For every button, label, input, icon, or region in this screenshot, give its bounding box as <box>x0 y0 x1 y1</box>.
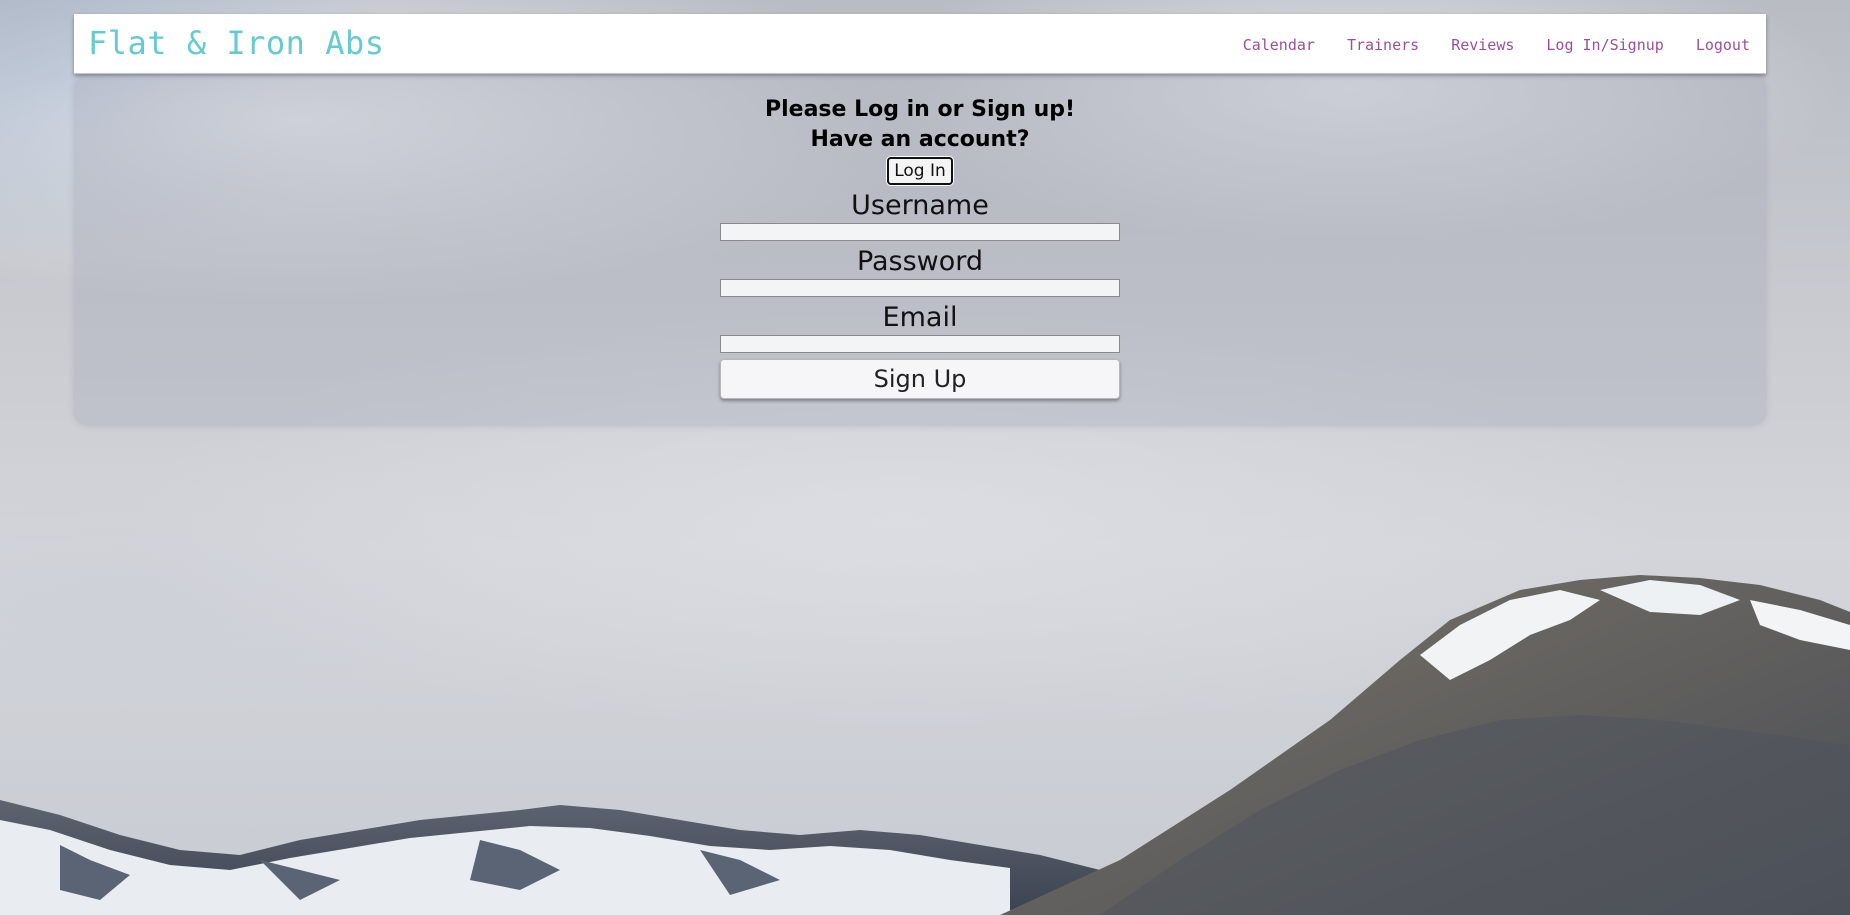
username-input[interactable] <box>720 223 1120 241</box>
signup-form: Please Log in or Sign up! Have an accoun… <box>720 95 1120 399</box>
password-input[interactable] <box>720 279 1120 297</box>
form-heading: Please Log in or Sign up! <box>764 97 1076 122</box>
nav-links: Calendar Trainers Reviews Log In/Signup … <box>1243 36 1750 54</box>
email-label: Email <box>882 302 958 333</box>
signup-button[interactable]: Sign Up <box>720 359 1120 399</box>
nav-link-login-signup[interactable]: Log In/Signup <box>1546 36 1663 54</box>
email-input[interactable] <box>720 335 1120 353</box>
nav-link-logout[interactable]: Logout <box>1696 36 1750 54</box>
form-subheading: Have an account? <box>810 127 1030 152</box>
nav-link-trainers[interactable]: Trainers <box>1347 36 1419 54</box>
nav-link-calendar[interactable]: Calendar <box>1243 36 1315 54</box>
password-label: Password <box>856 246 984 277</box>
brand-title[interactable]: Flat & Iron Abs <box>88 24 384 62</box>
username-label: Username <box>851 190 989 221</box>
top-navbar: Flat & Iron Abs Calendar Trainers Review… <box>74 14 1766 74</box>
login-button[interactable]: Log In <box>887 157 953 185</box>
nav-link-reviews[interactable]: Reviews <box>1451 36 1514 54</box>
